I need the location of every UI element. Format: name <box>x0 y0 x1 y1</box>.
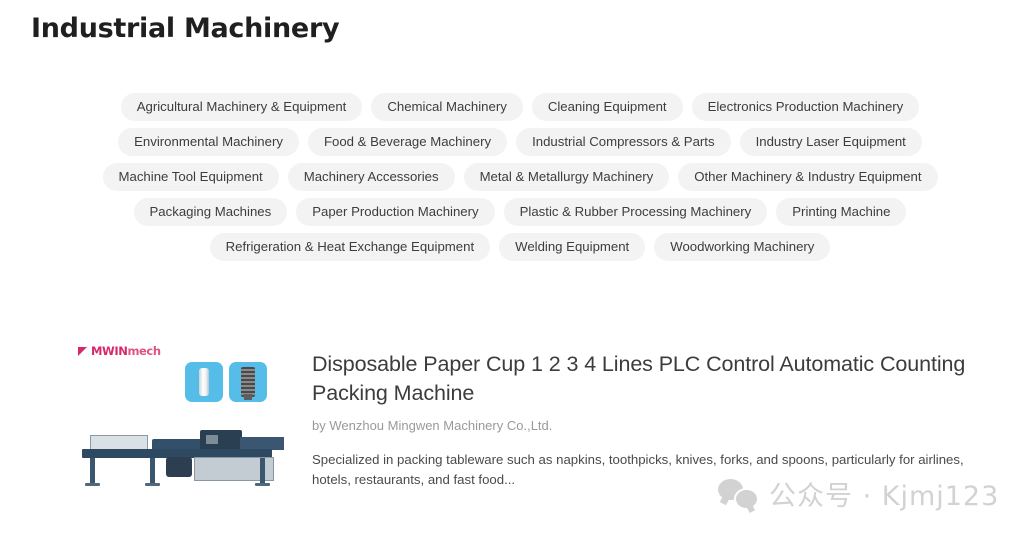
machine-sealing-head <box>200 430 242 451</box>
tag-paper-production-machinery[interactable]: Paper Production Machinery <box>296 197 495 226</box>
brand-logo[interactable]: MWINmech <box>78 344 161 358</box>
stacked-cups-thumbnail[interactable] <box>229 362 267 402</box>
tag-row: Agricultural Machinery & Equipment Chemi… <box>112 89 928 124</box>
tag-plastic-rubber-processing-machinery[interactable]: Plastic & Rubber Processing Machinery <box>503 197 768 226</box>
product-vendor[interactable]: by Wenzhou Mingwen Machinery Co.,Ltd. <box>312 418 972 433</box>
tag-agricultural-machinery-equipment[interactable]: Agricultural Machinery & Equipment <box>120 92 363 121</box>
tag-printing-machine[interactable]: Printing Machine <box>776 197 907 226</box>
tag-packaging-machines[interactable]: Packaging Machines <box>133 197 288 226</box>
tag-row: Refrigeration & Heat Exchange Equipment … <box>112 229 928 264</box>
paper-cup-icon <box>199 368 209 396</box>
tag-industry-laser-equipment[interactable]: Industry Laser Equipment <box>739 127 922 156</box>
category-tag-cloud: Agricultural Machinery & Equipment Chemi… <box>102 89 938 264</box>
machine-leg <box>90 458 95 484</box>
product-description: Specialized in packing tableware such as… <box>312 452 964 487</box>
flag-mark-icon <box>78 346 89 357</box>
product-thumbnail-strip <box>185 362 267 402</box>
machine-motor <box>166 457 192 477</box>
tag-cleaning-equipment[interactable]: Cleaning Equipment <box>531 92 683 121</box>
tag-row: Machine Tool Equipment Machinery Accesso… <box>102 159 938 194</box>
machine-foot <box>85 483 100 486</box>
product-card[interactable]: MWINmech Disposable Paper Cup 1 2 3 4 Li… <box>0 330 1024 530</box>
tag-electronics-production-machinery[interactable]: Electronics Production Machinery <box>691 92 920 121</box>
stacked-cups-icon <box>241 367 255 400</box>
machine-foot <box>145 483 160 486</box>
page-title: Industrial Machinery <box>31 13 340 44</box>
brand-logo-text-primary: MWIN <box>91 344 128 358</box>
machine-infeed-hood <box>90 435 148 450</box>
packing-machine-photo[interactable] <box>74 423 291 495</box>
product-info-column: Disposable Paper Cup 1 2 3 4 Lines PLC C… <box>312 350 972 490</box>
brand-logo-text: MWINmech <box>91 344 161 358</box>
tag-machine-tool-equipment[interactable]: Machine Tool Equipment <box>102 162 279 191</box>
machine-leg <box>150 458 155 484</box>
tag-welding-equipment[interactable]: Welding Equipment <box>499 232 646 261</box>
tag-refrigeration-heat-exchange-equipment[interactable]: Refrigeration & Heat Exchange Equipment <box>209 232 491 261</box>
paper-cup-thumbnail[interactable] <box>185 362 223 402</box>
tag-row: Environmental Machinery Food & Beverage … <box>112 124 928 159</box>
machine-leg <box>260 458 265 484</box>
tag-food-beverage-machinery[interactable]: Food & Beverage Machinery <box>307 127 508 156</box>
product-title[interactable]: Disposable Paper Cup 1 2 3 4 Lines PLC C… <box>312 350 972 408</box>
tag-metal-metallurgy-machinery[interactable]: Metal & Metallurgy Machinery <box>463 162 670 191</box>
tag-other-machinery-industry-equipment[interactable]: Other Machinery & Industry Equipment <box>678 162 938 191</box>
tag-chemical-machinery[interactable]: Chemical Machinery <box>371 92 523 121</box>
tag-machinery-accessories[interactable]: Machinery Accessories <box>287 162 455 191</box>
tag-environmental-machinery[interactable]: Environmental Machinery <box>118 127 299 156</box>
machine-foot <box>255 483 270 486</box>
tag-industrial-compressors-parts[interactable]: Industrial Compressors & Parts <box>516 127 731 156</box>
tag-woodworking-machinery[interactable]: Woodworking Machinery <box>654 232 831 261</box>
brand-logo-text-secondary: mech <box>127 344 161 358</box>
tag-row: Packaging Machines Paper Production Mach… <box>112 194 928 229</box>
